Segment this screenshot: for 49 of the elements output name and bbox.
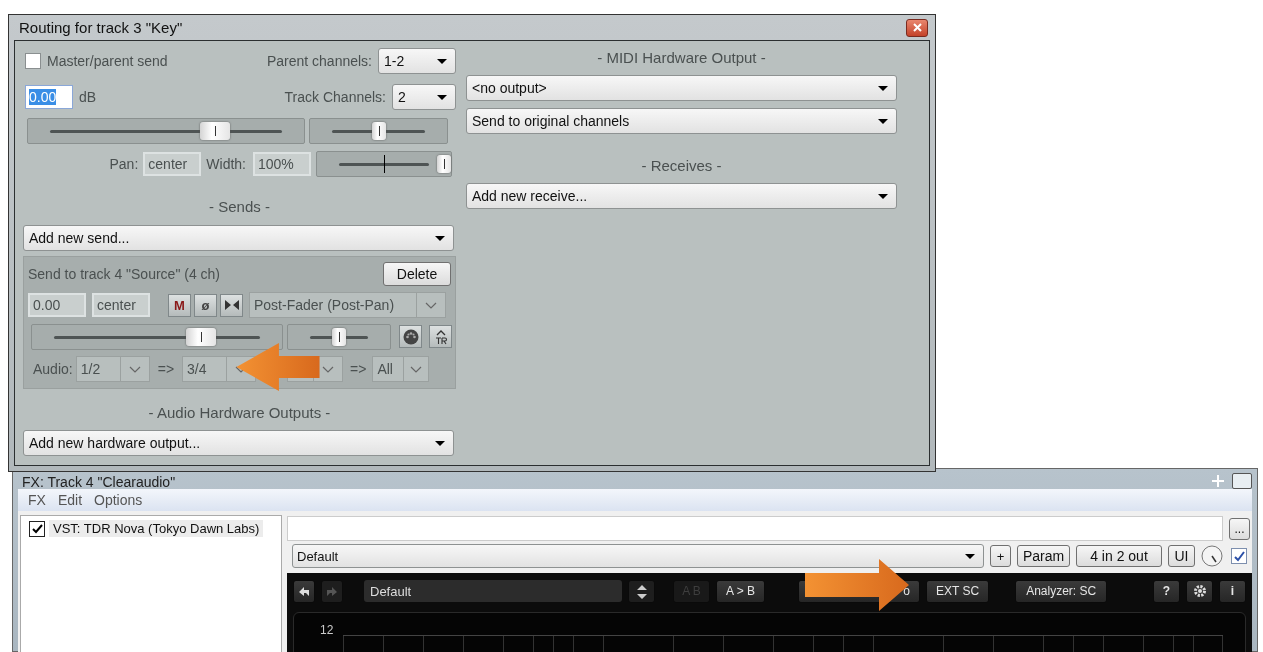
window-title: FX: Track 4 "Clearaudio" [21, 475, 177, 489]
preset-dropdown[interactable]: Default [292, 544, 984, 568]
info-button[interactable]: i [1219, 579, 1246, 603]
more-button[interactable]: ... [1229, 517, 1250, 540]
phase-button[interactable]: ø [194, 293, 217, 317]
add-button[interactable]: + [990, 545, 1011, 567]
section-heading: - Receives - [640, 157, 723, 175]
mute-button[interactable]: M [168, 293, 191, 317]
analyzer-button[interactable]: Analyzer: SC [1015, 579, 1108, 603]
ext-sc-button[interactable]: EXT SC [926, 579, 990, 603]
channels-dropdown[interactable]: Send to original channels [466, 108, 897, 134]
window-title: Routing for track 3 "Key" [18, 19, 183, 36]
channels-dropdown[interactable]: 2 [392, 84, 456, 110]
section-heading: - Audio Hardware Outputs - [147, 404, 332, 422]
field-label: Width: [206, 156, 246, 172]
io-button[interactable]: 4 in 2 out [1076, 545, 1162, 567]
arrow-label: => [157, 361, 175, 377]
field-label: Track Channels: [284, 89, 386, 105]
field-label: Pan: [109, 156, 139, 172]
width-field[interactable]: 100% [253, 152, 311, 176]
menu-item[interactable]: FX [24, 492, 54, 508]
send-dropdown[interactable]: Add new send... [23, 225, 454, 251]
pan-field[interactable]: center [92, 293, 150, 317]
menu-item[interactable]: Edit [53, 492, 90, 508]
section-heading: - Sends - [208, 198, 271, 216]
preset-field[interactable]: Default [364, 580, 622, 602]
delete-button[interactable]: Delete [383, 262, 451, 286]
output-dropdown[interactable]: Add new hardware output... [23, 430, 454, 456]
unit-label: dB [79, 89, 97, 105]
arrow-label: => [350, 361, 367, 377]
device-dropdown[interactable]: <no output> [466, 75, 897, 101]
receive-dropdown[interactable]: Add new receive... [466, 183, 897, 209]
param-button[interactable]: Param [1017, 545, 1070, 567]
axis-label: 12 [320, 623, 334, 637]
section-heading: - MIDI Hardware Output - [596, 49, 767, 67]
checkbox-label: Master/parent send [47, 53, 168, 69]
mode-dropdown[interactable]: Post-Fader (Post-Pan) [249, 292, 446, 318]
volume-field[interactable]: 0.00 [28, 293, 86, 317]
field-label: Parent channels: [266, 53, 372, 69]
channel-dropdown[interactable]: 1/2 [75, 356, 150, 382]
copy-button[interactable]: A > B [716, 579, 766, 603]
help-button[interactable]: ? [1153, 579, 1180, 603]
send-title: Send to track 4 "Source" (4 ch) [28, 266, 221, 282]
channels-dropdown[interactable]: 1-2 [378, 48, 456, 74]
channel-dropdown[interactable]: All [372, 356, 430, 382]
pan-field[interactable]: center [143, 152, 202, 176]
ui-button[interactable]: UI [1168, 545, 1195, 567]
field-label: Audio: [33, 361, 73, 377]
menu-item[interactable]: Options [90, 492, 151, 508]
